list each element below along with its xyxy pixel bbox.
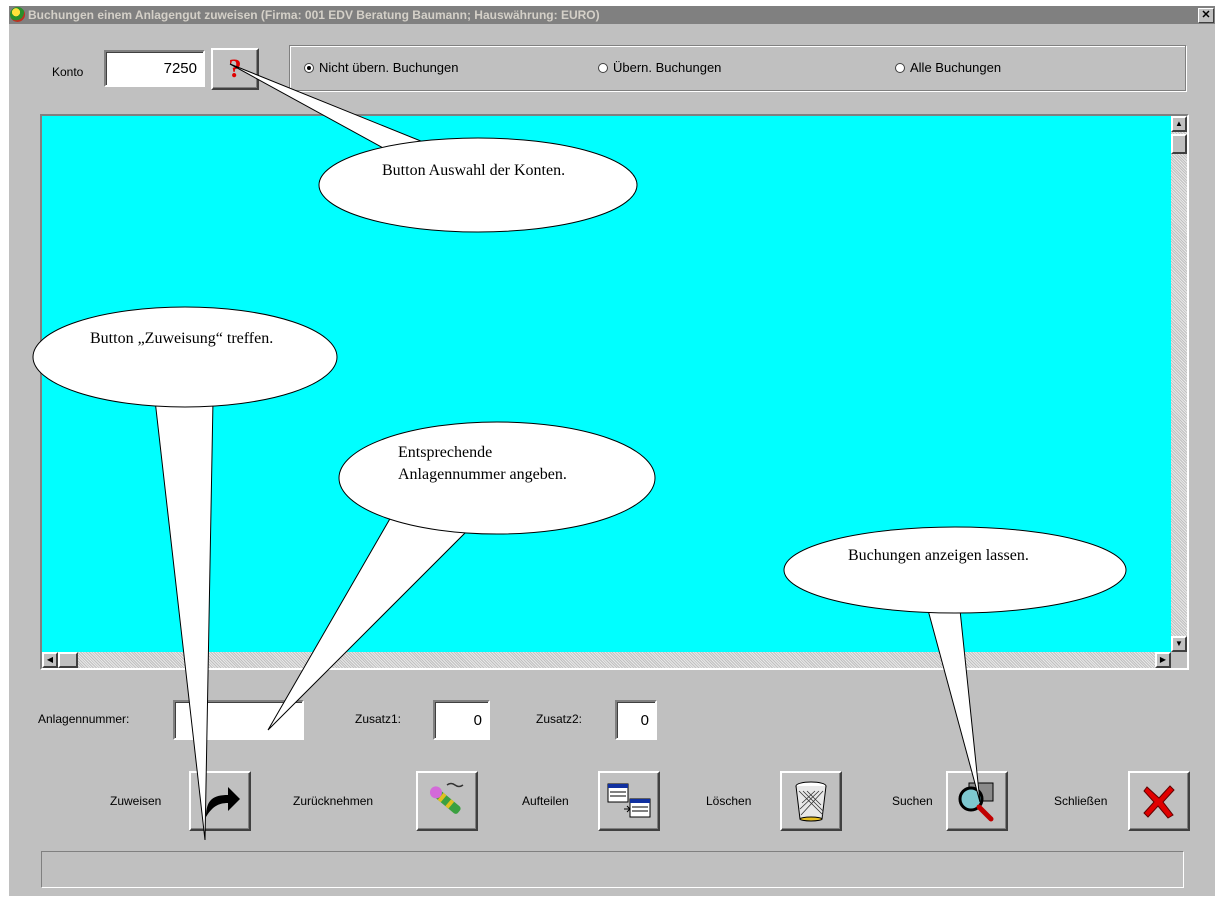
- callout-text-zuweisung: Button „Zuweisung“ treffen.: [90, 330, 274, 347]
- callout-bubble-zuweisung: [32, 306, 338, 408]
- callout-pointer-zuweisung: [154, 399, 214, 841]
- callout-pointer-buchungen: [927, 609, 981, 803]
- callout-bubble-konten: [318, 137, 638, 233]
- callout-layer: [32, 63, 1127, 841]
- callout-text-anlagennummer: Entsprechende Anlagennummer angeben.: [398, 444, 567, 483]
- callout-bubble-buchungen: [783, 526, 1127, 614]
- callout-pointer-anlagennummer: [267, 509, 471, 731]
- callout-text-konten: Button Auswahl der Konten.: [382, 162, 566, 179]
- callout-text-buchungen: Buchungen anzeigen lassen.: [848, 547, 1029, 564]
